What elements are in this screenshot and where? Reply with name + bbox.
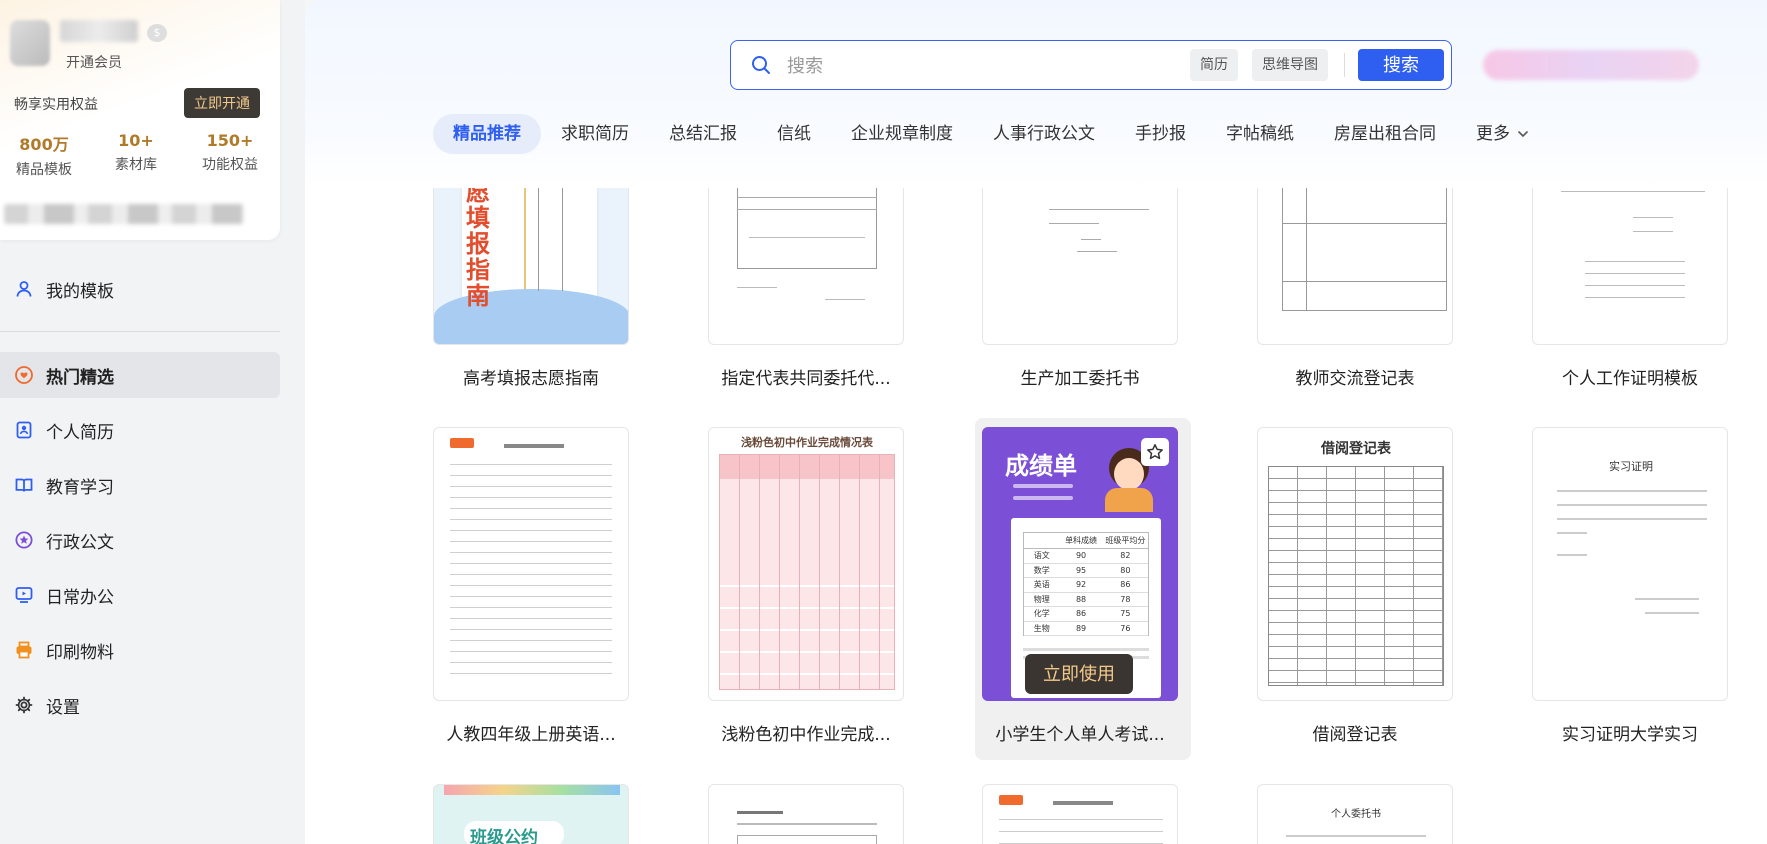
search-chip-mindmap[interactable]: 思维导图 xyxy=(1252,49,1328,81)
score-row: 生物 89 76 xyxy=(1024,622,1148,636)
template-title: 人教四年级上册英语... xyxy=(446,725,616,745)
category-tabs: 精品推荐 求职简历 总结汇报 信纸 企业规章制度 人事行政公文 手抄报 字帖稿纸… xyxy=(433,114,1550,154)
badge-icon xyxy=(14,530,34,550)
search-separator xyxy=(1344,53,1345,77)
tab-handwritten-newspaper[interactable]: 手抄报 xyxy=(1115,114,1206,154)
favorite-button[interactable] xyxy=(1141,438,1169,466)
vip-level-icon: $ xyxy=(147,24,167,42)
gaokao-title-text: 愿填报指南 xyxy=(466,178,490,310)
template-thumbnail[interactable]: 浅粉色初中作业完成情况表 xyxy=(708,427,904,701)
thumb-title: 借阅登记表 xyxy=(1321,441,1391,457)
template-thumbnail[interactable]: 个人委托书 xyxy=(1257,784,1453,844)
sidebar-item-label: 日常办公 xyxy=(46,587,114,608)
sidebar-item-label: 个人简历 xyxy=(46,422,114,443)
sidebar-item-label: 设置 xyxy=(46,697,80,718)
template-title: 借阅登记表 xyxy=(1312,725,1398,745)
tab-featured[interactable]: 精品推荐 xyxy=(433,114,541,154)
stat-materials: 10+ 素材库 xyxy=(115,131,157,173)
stat-templates: 800万 精品模板 xyxy=(16,135,72,178)
score-row: 数学 95 80 xyxy=(1024,564,1148,578)
template-thumbnail[interactable] xyxy=(433,427,629,701)
sidebar-item-official[interactable]: 行政公文 xyxy=(0,517,280,563)
template-title: 指定代表共同委托代... xyxy=(721,369,891,389)
vip-card: $ 开通会员 畅享实用权益 立即开通 800万 精品模板 10+ 素材库 150… xyxy=(0,0,280,240)
score-title-text: 成绩单 xyxy=(1005,452,1077,480)
template-title: 浅粉色初中作业完成... xyxy=(721,725,891,745)
template-title: 个人工作证明模板 xyxy=(1562,369,1698,389)
tab-copybook[interactable]: 字帖稿纸 xyxy=(1206,114,1314,154)
main-content: 愿填报指南 高考填报志愿指南 指定代表共同委托代... 生产加工委托书 教师交流… xyxy=(305,0,1767,844)
tab-resume[interactable]: 求职简历 xyxy=(541,114,649,154)
template-title: 生产加工委托书 xyxy=(1020,369,1140,389)
template-thumbnail[interactable]: 成绩单 单科成绩 班级平均分 语文 90 82 数学 95 80 英语 92 8… xyxy=(982,427,1178,701)
blurred-info xyxy=(4,204,244,224)
search-input[interactable] xyxy=(787,51,1187,81)
template-thumbnail[interactable]: 借阅登记表 xyxy=(1257,427,1453,701)
sidebar-item-office[interactable]: 日常办公 xyxy=(0,572,280,618)
score-table: 语文 90 82 数学 95 80 英语 92 86 物理 88 78 化学 86 75 生物 89 76 xyxy=(1024,549,1148,636)
star-icon xyxy=(1147,444,1163,460)
thumb-title: 个人委托书 xyxy=(1331,809,1381,820)
template-title: 高考填报志愿指南 xyxy=(463,369,599,389)
open-vip-button[interactable]: 立即开通 xyxy=(184,88,260,118)
sidebar-item-education[interactable]: 教育学习 xyxy=(0,462,280,508)
heart-icon xyxy=(14,365,34,385)
template-thumbnail[interactable]: 实习证明 xyxy=(1532,427,1728,701)
template-thumbnail[interactable] xyxy=(708,784,904,844)
monitor-icon xyxy=(14,585,34,605)
sidebar-item-settings[interactable]: 设置 xyxy=(0,682,280,728)
template-thumbnail[interactable]: 班级公约 xyxy=(433,784,629,844)
score-row: 物理 88 78 xyxy=(1024,593,1148,607)
use-now-button[interactable]: 立即使用 xyxy=(1025,654,1133,694)
search-icon xyxy=(752,56,770,74)
tab-letter-paper[interactable]: 信纸 xyxy=(757,114,831,154)
sidebar-item-label: 行政公文 xyxy=(46,532,114,553)
sidebar-item-resume[interactable]: 个人简历 xyxy=(0,407,280,453)
tab-rental-contract[interactable]: 房屋出租合同 xyxy=(1314,114,1456,154)
vip-benefit-text: 畅享实用权益 xyxy=(14,97,98,113)
search-button[interactable]: 搜索 xyxy=(1358,49,1444,81)
open-vip-link[interactable]: 开通会员 xyxy=(66,52,122,72)
sidebar: $ 开通会员 畅享实用权益 立即开通 800万 精品模板 10+ 素材库 150… xyxy=(0,0,305,844)
tab-hr-official[interactable]: 人事行政公文 xyxy=(973,114,1115,154)
search-chip-resume[interactable]: 简历 xyxy=(1190,49,1238,81)
sidebar-item-my-templates[interactable]: 我的模板 xyxy=(0,266,280,312)
sidebar-item-label: 教育学习 xyxy=(46,477,114,498)
template-title: 教师交流登记表 xyxy=(1295,369,1415,389)
top-header: 简历 思维导图 搜索 精品推荐 求职简历 总结汇报 信纸 企业规章制度 人事行政… xyxy=(305,0,1767,188)
avatar[interactable] xyxy=(10,20,50,66)
sidebar-item-label: 热门精选 xyxy=(46,367,114,388)
template-title: 小学生个人单人考试... xyxy=(995,725,1165,745)
gear-icon xyxy=(14,695,34,715)
book-icon xyxy=(14,475,34,495)
sidebar-item-label: 我的模板 xyxy=(46,281,114,302)
template-thumbnail[interactable] xyxy=(982,784,1178,844)
sidebar-item-print[interactable]: 印刷物料 xyxy=(0,627,280,673)
username-blurred xyxy=(60,20,138,42)
tab-summary[interactable]: 总结汇报 xyxy=(649,114,757,154)
stat-benefits: 150+ 功能权益 xyxy=(202,131,258,173)
thumb-title: 浅粉色初中作业完成情况表 xyxy=(741,436,873,449)
sidebar-divider xyxy=(0,331,280,332)
thumb-title: 班级公约 xyxy=(470,828,538,844)
search-box[interactable]: 简历 思维导图 搜索 xyxy=(730,40,1452,90)
resume-icon xyxy=(14,420,34,440)
printer-icon xyxy=(14,640,34,660)
thumb-title: 实习证明 xyxy=(1609,460,1653,473)
tab-more[interactable]: 更多 xyxy=(1456,114,1550,154)
tab-company-rules[interactable]: 企业规章制度 xyxy=(831,114,973,154)
score-row: 化学 86 75 xyxy=(1024,607,1148,622)
chevron-down-icon xyxy=(1518,131,1528,138)
promo-banner-blurred[interactable] xyxy=(1483,50,1699,80)
score-row: 英语 92 86 xyxy=(1024,578,1148,593)
template-title: 实习证明大学实习 xyxy=(1562,725,1698,745)
user-icon xyxy=(14,279,34,299)
score-row: 语文 90 82 xyxy=(1024,549,1148,564)
sidebar-item-hot[interactable]: 热门精选 xyxy=(0,352,280,398)
sidebar-item-label: 印刷物料 xyxy=(46,642,114,663)
